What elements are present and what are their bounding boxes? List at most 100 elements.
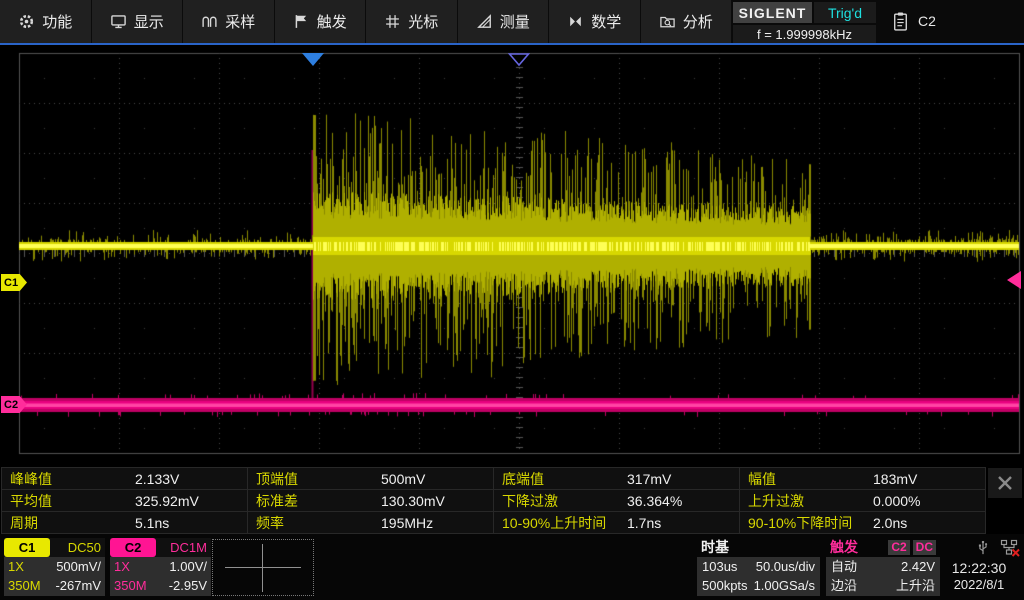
measure-value: 130.30mV: [381, 493, 445, 509]
measure-cell: 90-10%下降时间2.0ns: [739, 511, 986, 534]
sample-icon: [201, 13, 218, 30]
measure-label: 下降过激: [494, 491, 627, 511]
menu-item-display[interactable]: 显示: [92, 0, 184, 43]
measure-cell: 周期5.1ns: [1, 511, 248, 534]
measure-label: 平均值: [2, 491, 135, 511]
menu-item-acquire[interactable]: 采样: [183, 0, 275, 43]
frequency-counter: f = 1.999998kHz: [733, 25, 876, 43]
oscilloscope-screen: 功能 显示 采样 触发: [0, 0, 1024, 600]
measure-value: 183mV: [873, 471, 917, 487]
clipboard-icon[interactable]: [892, 11, 909, 32]
measure-cell: 峰峰值2.133V: [1, 467, 248, 490]
measure-value: 317mV: [627, 471, 671, 487]
measure-value: 325.92mV: [135, 493, 199, 509]
clock-time: 12:22:30: [936, 560, 1022, 577]
trigger-level: 2.42V: [901, 557, 935, 576]
c2-scale: 1.00V/: [169, 557, 207, 576]
measure-cell: 上升过激0.000%: [739, 489, 986, 512]
timebase-points: 500kpts: [702, 576, 748, 595]
measure-label: 峰峰值: [2, 469, 135, 489]
measurement-panel: 峰峰值2.133V 顶端值500mV 底端值317mV 幅值183mV 平均值3…: [2, 467, 986, 533]
timebase-delay: 103us: [702, 557, 737, 576]
trigger-level-marker[interactable]: [1006, 270, 1022, 290]
c2-channel-tab: C2: [110, 538, 156, 557]
trigger-mode: 自动: [831, 557, 857, 576]
trigger-status-badge: Trig'd: [814, 2, 876, 23]
bottom-status-bar: C1 DC50 1X 500mV/ 350M -267mV C2 DC1M 1X 1.…: [0, 534, 1024, 600]
flag-icon: [293, 13, 310, 30]
timebase-title: 时基: [701, 538, 729, 557]
gear-icon: [18, 13, 35, 30]
measure-value: 2.0ns: [873, 515, 907, 531]
c1-probe: 1X: [8, 557, 24, 576]
measure-value: 195MHz: [381, 515, 433, 531]
c1-coupling: DC50: [50, 538, 105, 557]
usb-icon[interactable]: [976, 539, 990, 557]
measure-value: 500mV: [381, 471, 425, 487]
c1-scale: 500mV/: [56, 557, 101, 576]
crosshair-icon: [225, 567, 301, 568]
menu: 功能 显示 采样 触发: [0, 0, 732, 43]
c2-bandwidth: 350M: [114, 576, 147, 595]
measure-cell: 标准差130.30mV: [247, 489, 494, 512]
measure-close-button[interactable]: [988, 468, 1022, 498]
measure-cell: 10-90%上升时间1.7ns: [493, 511, 740, 534]
display-icon: [110, 13, 127, 30]
trigger-delay-marker[interactable]: [302, 53, 324, 67]
measure-cell: 底端值317mV: [493, 467, 740, 490]
measure-value: 1.7ns: [627, 515, 661, 531]
add-trace-slot[interactable]: [212, 539, 314, 596]
cursor-grid-icon: [384, 13, 401, 30]
measure-cell: 下降过激36.364%: [493, 489, 740, 512]
measure-cell: 顶端值500mV: [247, 467, 494, 490]
measure-value: 2.133V: [135, 471, 179, 487]
active-channel-label[interactable]: C2: [918, 13, 936, 29]
measure-value: 0.000%: [873, 493, 920, 509]
timebase-scale: 50.0us/div: [756, 557, 815, 576]
c1-channel-tab: C1: [4, 538, 50, 557]
measure-label: 底端值: [494, 469, 627, 489]
c1-offset: -267mV: [55, 576, 101, 595]
measure-label: 周期: [2, 513, 135, 533]
menu-item-utility[interactable]: 功能: [0, 0, 92, 43]
menu-item-cursors[interactable]: 光标: [366, 0, 458, 43]
c2-probe: 1X: [114, 557, 130, 576]
trigger-title: 触发: [830, 538, 858, 557]
menu-item-measure[interactable]: 测量: [458, 0, 550, 43]
trigger-box[interactable]: 触发 C2 DC 自动2.42V 边沿上升沿: [826, 538, 940, 596]
measure-value: 36.364%: [627, 493, 682, 509]
close-icon: [997, 475, 1013, 491]
sample-rate: 1.00GSa/s: [754, 576, 815, 595]
analysis-icon: [659, 13, 676, 30]
measure-cell: 频率195MHz: [247, 511, 494, 534]
measure-label: 顶端值: [248, 469, 381, 489]
measure-label: 10-90%上升时间: [494, 513, 627, 533]
lan-disconnected-icon[interactable]: [1000, 539, 1020, 557]
trigger-type: 边沿: [831, 576, 857, 595]
measure-cell: 平均值325.92mV: [1, 489, 248, 512]
measure-label: 幅值: [740, 469, 873, 489]
measure-label: 标准差: [248, 491, 381, 511]
c1-bandwidth: 350M: [8, 576, 41, 595]
menu-item-analysis[interactable]: 分析: [641, 0, 733, 43]
brand-logo: SIGLENT: [733, 2, 812, 23]
math-icon: [567, 13, 584, 30]
measure-label: 频率: [248, 513, 381, 533]
trigger-position-marker[interactable]: [508, 53, 530, 67]
menu-item-math[interactable]: 数学: [549, 0, 641, 43]
channel2-descriptor-box[interactable]: C2 DC1M 1X 1.00V/ 350M -2.95V: [110, 538, 211, 596]
ruler-icon: [476, 13, 493, 30]
measure-label: 上升过激: [740, 491, 873, 511]
trigger-coupling-badge: DC: [913, 540, 936, 555]
c2-coupling: DC1M: [156, 538, 211, 557]
measure-label: 90-10%下降时间: [740, 513, 873, 533]
measure-cell: 幅值183mV: [739, 467, 986, 490]
menu-item-trigger[interactable]: 触发: [275, 0, 367, 43]
c2-offset: -2.95V: [169, 576, 207, 595]
clock: 12:22:30 2022/8/1: [936, 560, 1022, 593]
measure-value: 5.1ns: [135, 515, 169, 531]
channel1-descriptor-box[interactable]: C1 DC50 1X 500mV/ 350M -267mV: [4, 538, 105, 596]
top-menu-bar: 功能 显示 采样 触发: [0, 0, 1024, 45]
timebase-box[interactable]: 时基 103us 50.0us/div 500kpts 1.00GSa/s: [697, 538, 820, 596]
clock-date: 2022/8/1: [936, 577, 1022, 593]
